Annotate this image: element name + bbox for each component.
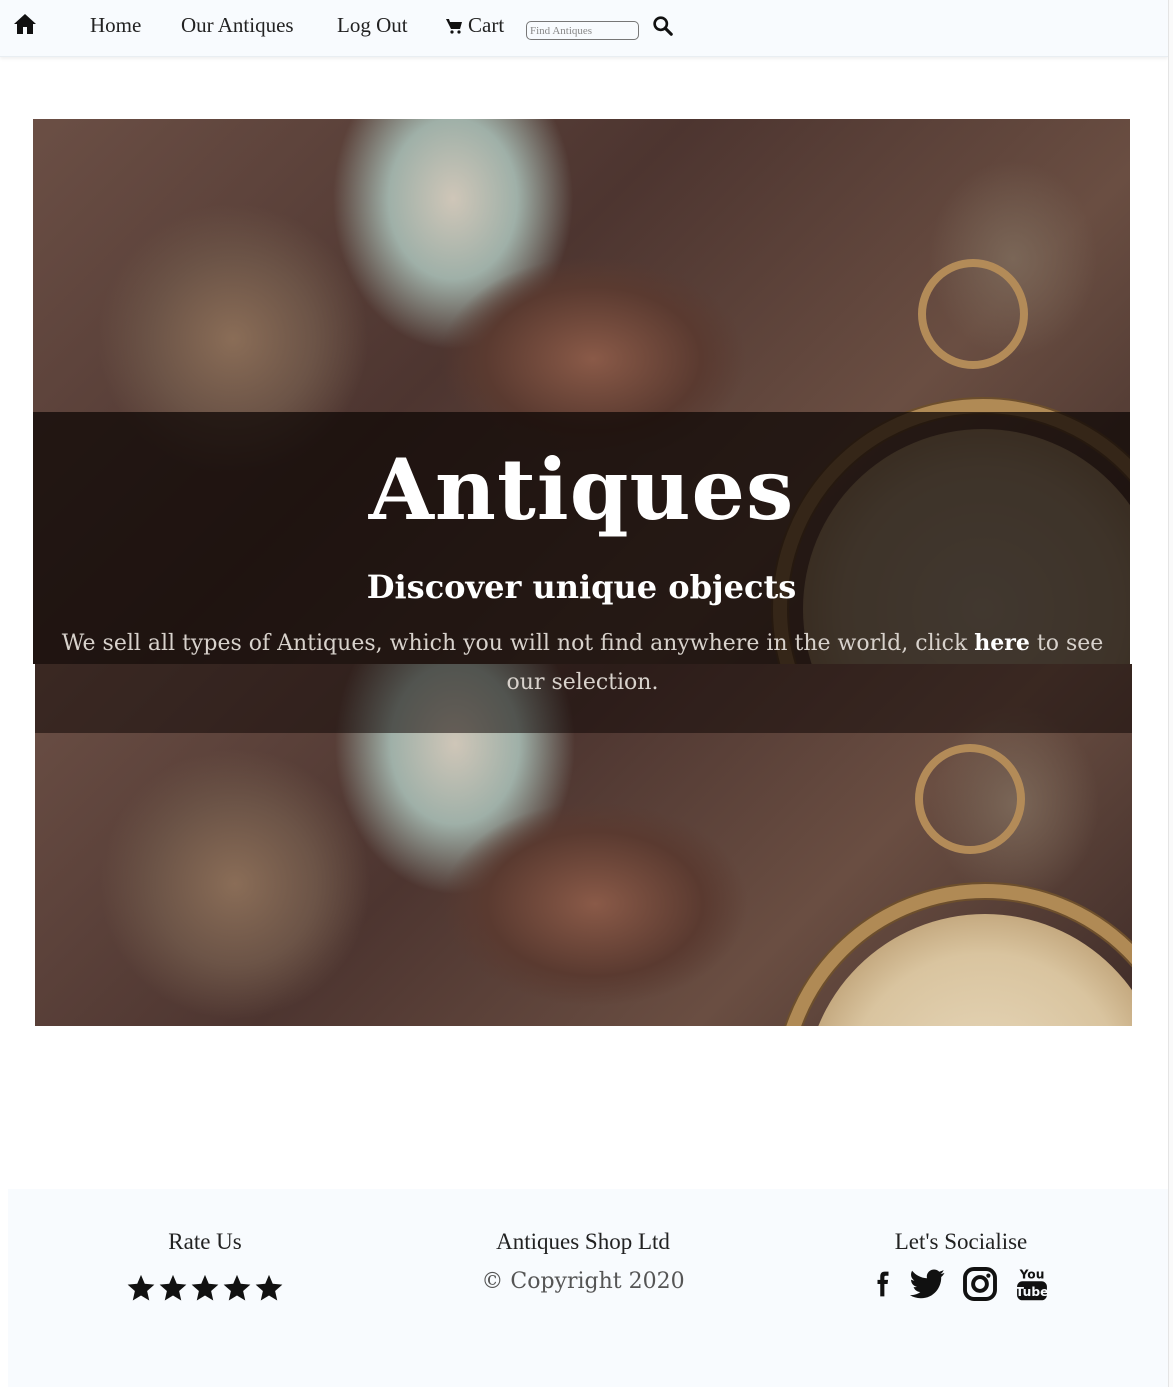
facebook-icon[interactable] xyxy=(872,1265,894,1303)
youtube-icon[interactable]: You Tube xyxy=(1014,1265,1050,1303)
svg-text:Tube: Tube xyxy=(1016,1285,1049,1299)
nav-our-antiques-link[interactable]: Our Antiques xyxy=(181,13,294,38)
cart-icon xyxy=(446,18,462,34)
page-scrollbar[interactable] xyxy=(1168,0,1173,1387)
star-icon[interactable] xyxy=(126,1273,156,1303)
star-icon[interactable] xyxy=(190,1273,220,1303)
hero-description: We sell all types of Antiques, which you… xyxy=(60,624,1105,702)
search-icon[interactable] xyxy=(652,15,673,36)
footer-company-section: Antiques Shop Ltd © Copyright 2020 xyxy=(433,1229,733,1294)
rate-heading: Rate Us xyxy=(168,1229,242,1254)
navbar: Home Our Antiques Log Out Cart xyxy=(0,0,1168,57)
social-links: You Tube xyxy=(861,1265,1061,1303)
instagram-icon[interactable] xyxy=(962,1265,998,1303)
search-input[interactable] xyxy=(526,21,639,40)
star-rating[interactable] xyxy=(105,1273,305,1303)
nav-log-out-link[interactable]: Log Out xyxy=(337,13,408,38)
footer: Rate Us Antiques Shop Ltd © Copyright 20… xyxy=(8,1189,1168,1387)
hero-subtitle: Discover unique objects xyxy=(366,568,797,606)
hero-here-link[interactable]: here xyxy=(974,630,1030,656)
twitter-icon[interactable] xyxy=(910,1265,946,1303)
copyright-text: © Copyright 2020 xyxy=(481,1269,685,1294)
cart-label: Cart xyxy=(468,13,505,37)
footer-rate-section: Rate Us xyxy=(105,1229,305,1303)
footer-social-section: Let's Socialise You Tube xyxy=(861,1229,1061,1303)
star-icon[interactable] xyxy=(222,1273,252,1303)
home-icon[interactable] xyxy=(13,12,37,36)
svg-text:You: You xyxy=(1019,1268,1045,1282)
star-icon[interactable] xyxy=(158,1273,188,1303)
nav-home-link[interactable]: Home xyxy=(90,13,141,38)
nav-cart-link[interactable]: Cart xyxy=(446,13,504,38)
company-name: Antiques Shop Ltd xyxy=(496,1229,670,1254)
hero-text-before: We sell all types of Antiques, which you… xyxy=(61,631,975,656)
star-icon[interactable] xyxy=(254,1273,284,1303)
hero-title: Antiques xyxy=(368,440,795,539)
social-heading: Let's Socialise xyxy=(894,1229,1028,1254)
